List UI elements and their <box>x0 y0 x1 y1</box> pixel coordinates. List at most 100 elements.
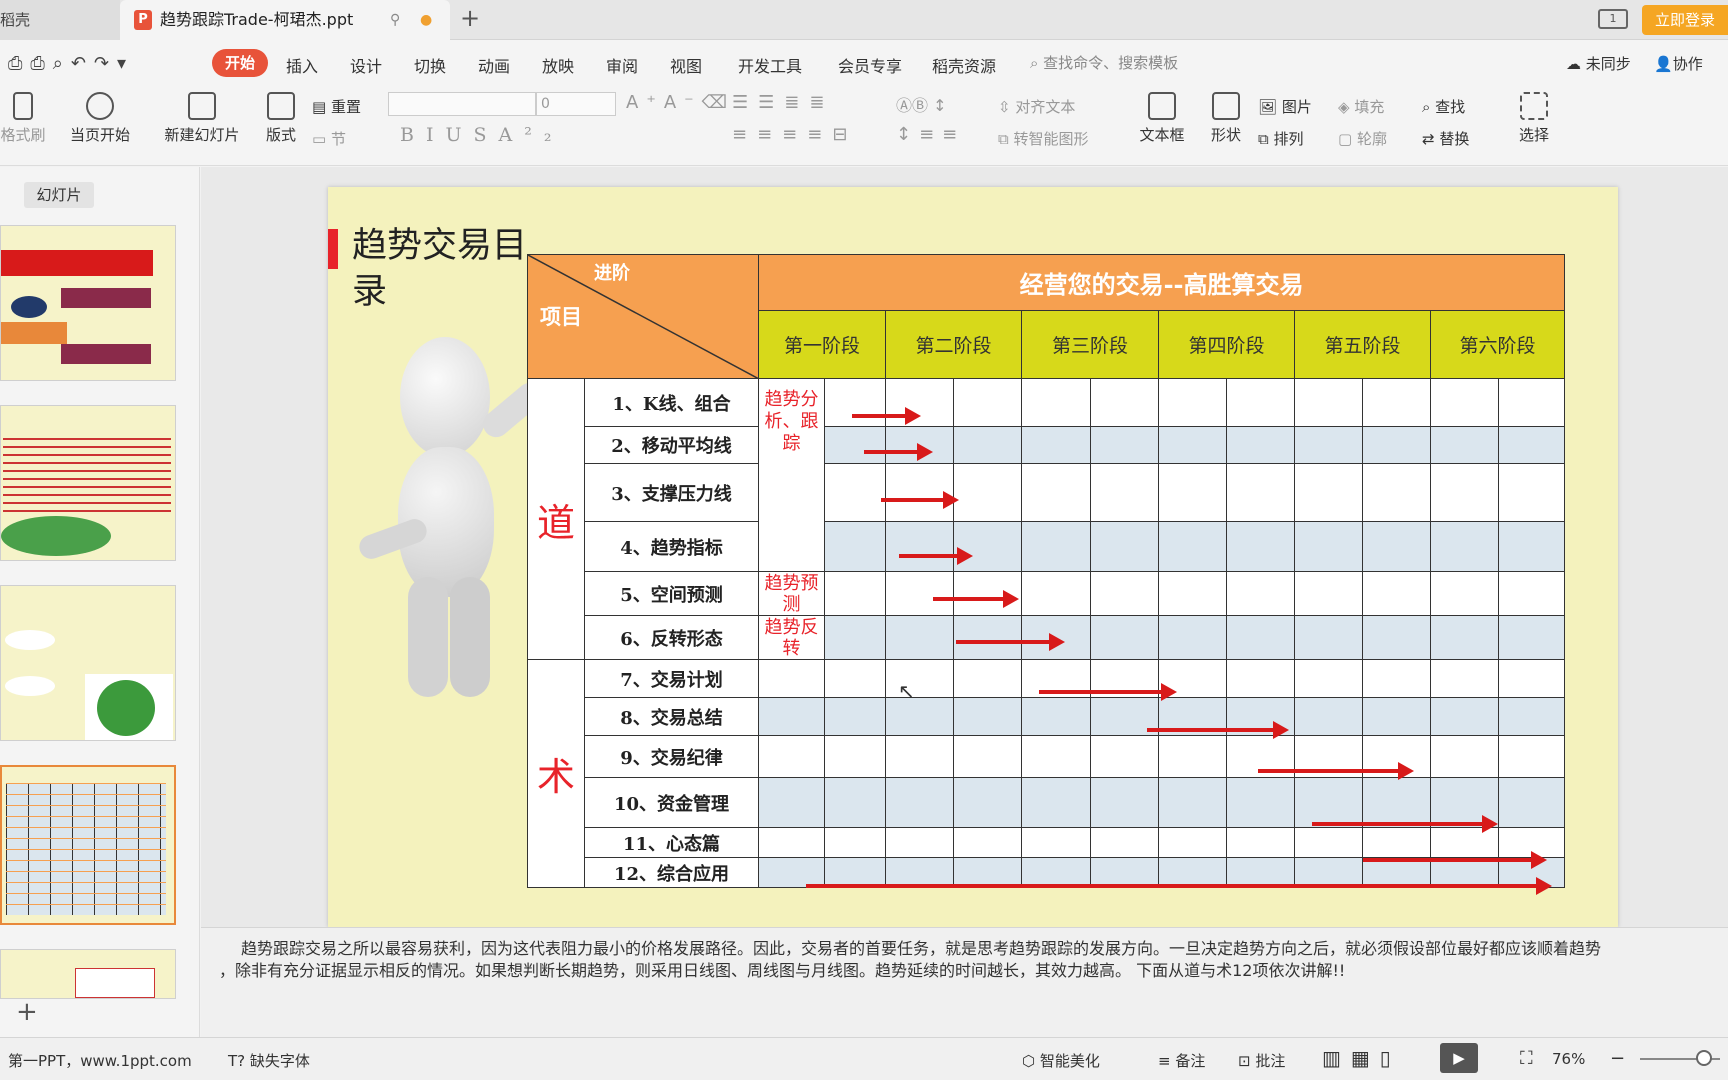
new-slide-button[interactable]: 新建幻灯片 <box>156 92 248 145</box>
stage-header-2: 第二阶段 <box>885 310 1022 379</box>
shape-button[interactable]: 形状 <box>1200 92 1252 145</box>
tab-active-document[interactable]: P 趋势跟踪Trade-柯珺杰.ppt ⚲ ● <box>120 0 450 40</box>
outline-button[interactable]: ▢ 轮廓 <box>1338 128 1387 149</box>
menu-item-transition[interactable]: 切换 <box>414 53 446 77</box>
arrow-shape[interactable] <box>852 407 921 425</box>
collab-button[interactable]: 👤协作 <box>1654 53 1703 74</box>
fit-window-icon[interactable]: ⛶ <box>1520 1048 1533 1069</box>
pin-icon[interactable]: ⚲ <box>390 0 400 40</box>
table-row: 3、支撑压力线 <box>527 463 1566 522</box>
window-layout-icon[interactable]: 1 <box>1598 9 1628 29</box>
quick-access-icons[interactable]: ⎙⎙⌕↶↷▾ <box>8 53 134 74</box>
ppt-file-icon: P <box>134 10 152 30</box>
arrow-shape[interactable] <box>956 633 1065 651</box>
picture-button[interactable]: 🖼 图片 <box>1258 96 1312 117</box>
item-cell-12: 12、综合应用 <box>584 857 759 888</box>
font-size-select[interactable]: 0 <box>536 92 616 116</box>
menu-item-insert[interactable]: 插入 <box>286 53 318 77</box>
shape-icon <box>1212 92 1240 120</box>
layout-button[interactable]: 版式 <box>258 92 304 145</box>
play-current-button[interactable]: 当页开始 <box>60 92 140 145</box>
new-tab-icon[interactable]: + <box>460 4 480 32</box>
select-button[interactable]: 选择 <box>1508 92 1560 145</box>
zoom-level[interactable]: 76% <box>1552 1050 1585 1068</box>
zoom-slider-handle[interactable] <box>1696 1050 1712 1066</box>
arrow-shape[interactable] <box>899 547 973 565</box>
view-mode-icons[interactable]: ▥▦▯ <box>1322 1046 1401 1070</box>
missing-font-button[interactable]: T? 缺失字体 <box>228 1050 310 1071</box>
menu-item-member[interactable]: 会员专享 <box>838 53 902 77</box>
notes-toggle-button[interactable]: ≡ 备注 <box>1158 1050 1205 1071</box>
figure-leg-left <box>408 577 448 697</box>
arrow-shape[interactable] <box>806 877 1552 895</box>
menu-item-developer[interactable]: 开发工具 <box>738 53 802 77</box>
item-cell-3: 3、支撑压力线 <box>584 463 759 522</box>
table-row: 2、移动平均线 <box>527 426 1566 464</box>
font-name-select[interactable] <box>388 92 536 116</box>
item-cell-2: 2、移动平均线 <box>584 426 759 464</box>
format-painter-button[interactable]: 格式刷 <box>0 92 46 145</box>
login-button[interactable]: 立即登录 <box>1642 5 1728 35</box>
brush-icon <box>13 92 33 120</box>
speaker-notes-pane[interactable]: 趋势跟踪交易之所以最容易获利，因为这代表阻力最小的价格发展路径。因此，交易者的首… <box>201 927 1728 1037</box>
item-cell-10: 10、资金管理 <box>584 777 759 828</box>
table-main-header: 经营您的交易--高胜算交易 <box>757 254 1566 311</box>
slide-thumbnail-5[interactable] <box>0 949 176 999</box>
slides-panel-tab[interactable]: 幻灯片 <box>24 182 94 208</box>
arrow-shape[interactable] <box>1258 762 1414 780</box>
slide-canvas[interactable]: 趋势交易目录 进阶 项目 经营您的交易--高胜算交易 第一阶段 第二阶段 第三阶… <box>328 187 1618 927</box>
table-row: 10、资金管理 <box>527 777 1566 828</box>
smart-beautify-button[interactable]: ⬡ 智能美化 <box>1022 1050 1100 1071</box>
slide-thumbnail-3[interactable] <box>0 585 176 741</box>
thumb-text <box>3 432 171 512</box>
sync-status[interactable]: ☁ 未同步 <box>1566 53 1631 74</box>
textbox-button[interactable]: 文本框 <box>1132 92 1192 145</box>
play-slideshow-icon[interactable]: ▶ <box>1440 1043 1478 1073</box>
arrow-shape[interactable] <box>933 590 1019 608</box>
smart-graphic-button[interactable]: ⧉ 转智能图形 <box>998 128 1089 149</box>
arrow-shape[interactable] <box>1312 815 1498 833</box>
menu-item-animation[interactable]: 动画 <box>478 53 510 77</box>
list-icons[interactable]: ☰☰≣≣ <box>732 92 834 113</box>
slide-thumbnail-1[interactable] <box>0 225 176 381</box>
command-search[interactable]: ⌕ 查找命令、搜索模板 <box>1030 52 1178 73</box>
arrow-shape[interactable] <box>1039 683 1177 701</box>
section-button[interactable]: ▭ 节 <box>312 128 346 149</box>
group-dao-cell: 道 <box>527 378 585 660</box>
missing-font-label: 缺失字体 <box>249 1052 310 1070</box>
shape-label: 形状 <box>1210 126 1241 144</box>
arrow-shape[interactable] <box>881 491 959 509</box>
menu-item-docer[interactable]: 稻壳资源 <box>932 53 996 77</box>
item-cell-6: 6、反转形态 <box>584 615 759 660</box>
arrow-shape[interactable] <box>1363 851 1547 869</box>
menu-item-review[interactable]: 审阅 <box>606 53 638 77</box>
fill-button[interactable]: ◈ 填充 <box>1338 96 1384 117</box>
arrow-shape[interactable] <box>1147 721 1289 739</box>
zoom-out-icon[interactable]: − <box>1610 1048 1625 1069</box>
menu-item-design[interactable]: 设计 <box>350 53 382 77</box>
font-grow-shrink-icons[interactable]: A⁺A⁻⌫ <box>626 92 735 113</box>
align-text-button[interactable]: ⇳ 对齐文本 <box>998 96 1075 117</box>
layout-icon <box>267 92 295 120</box>
table-row: 12、综合应用 <box>527 857 1566 888</box>
slide-thumbnail-4-selected[interactable] <box>0 765 176 925</box>
find-button[interactable]: ⌕ 查找 <box>1422 96 1465 117</box>
text-direction-icon[interactable]: ⒶⒷ ↕ <box>896 92 947 116</box>
text-style-icons[interactable]: BIUSA²₂ <box>400 124 563 146</box>
replace-button[interactable]: ⇄ 替换 <box>1422 128 1469 149</box>
menu-item-start[interactable]: 开始 <box>212 49 268 77</box>
comment-button[interactable]: ⊡ 批注 <box>1238 1050 1285 1071</box>
slide-thumbnail-2[interactable] <box>0 405 176 561</box>
arrow-shape[interactable] <box>864 443 933 461</box>
line-spacing-icons[interactable]: ↕≡≡ <box>896 124 965 145</box>
corner-label-bottom: 项目 <box>540 304 582 329</box>
slide-title[interactable]: 趋势交易目录 <box>352 223 527 315</box>
tab-prev[interactable]: 稻壳 <box>0 0 120 40</box>
add-slide-icon[interactable]: + <box>16 997 38 1027</box>
align-icons[interactable]: ≡≡≡≡⊟ <box>732 124 857 145</box>
reset-button[interactable]: ▤ 重置 <box>312 96 361 117</box>
arrange-button[interactable]: ⧉ 排列 <box>1258 128 1304 149</box>
menu-item-view[interactable]: 视图 <box>670 53 702 77</box>
menu-item-slideshow[interactable]: 放映 <box>542 53 574 77</box>
outline-icon: ▢ <box>1338 130 1357 148</box>
